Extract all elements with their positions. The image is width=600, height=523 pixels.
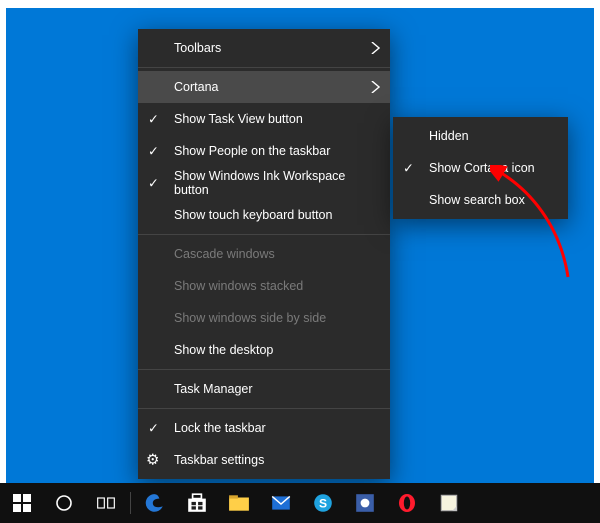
submenu-item-show-cortana-icon[interactable]: ✓ Show Cortana icon xyxy=(393,152,568,184)
menu-item-cascade-windows: Cascade windows xyxy=(138,238,390,270)
menu-item-label: Toolbars xyxy=(174,41,221,55)
menu-item-toolbars[interactable]: Toolbars xyxy=(138,32,390,64)
checkmark-icon: ✓ xyxy=(148,422,159,435)
explorer-app-icon[interactable] xyxy=(219,483,259,523)
menu-item-label: Show the desktop xyxy=(174,343,273,357)
menu-item-task-manager[interactable]: Task Manager xyxy=(138,373,390,405)
menu-item-lock-taskbar[interactable]: ✓ Lock the taskbar xyxy=(138,412,390,444)
menu-item-label: Show search box xyxy=(429,193,525,207)
menu-item-label: Taskbar settings xyxy=(174,453,264,467)
taskbar: S xyxy=(0,483,600,523)
menu-item-taskbar-settings[interactable]: ⚙ Taskbar settings xyxy=(138,444,390,476)
menu-item-show-stacked: Show windows stacked xyxy=(138,270,390,302)
submenu-item-hidden[interactable]: Hidden xyxy=(393,120,568,152)
menu-separator xyxy=(138,234,390,235)
menu-separator xyxy=(138,408,390,409)
menu-item-show-task-view[interactable]: ✓ Show Task View button xyxy=(138,103,390,135)
menu-item-label: Cascade windows xyxy=(174,247,275,261)
submenu-arrow-icon xyxy=(371,42,380,54)
svg-text:S: S xyxy=(319,496,327,510)
submenu-arrow-icon xyxy=(371,81,380,93)
menu-item-label: Show windows side by side xyxy=(174,311,326,325)
menu-item-label: Show Windows Ink Workspace button xyxy=(174,169,366,197)
submenu-item-show-search-box[interactable]: Show search box xyxy=(393,184,568,216)
start-button[interactable] xyxy=(2,483,42,523)
opera-app-icon[interactable] xyxy=(387,483,427,523)
menu-item-label: Hidden xyxy=(429,129,469,143)
cortana-submenu: Hidden ✓ Show Cortana icon Show search b… xyxy=(393,117,568,219)
gear-icon: ⚙ xyxy=(146,453,159,468)
edge-app-icon[interactable] xyxy=(135,483,175,523)
menu-item-label: Lock the taskbar xyxy=(174,421,266,435)
checkmark-icon: ✓ xyxy=(148,177,159,190)
sticky-notes-app-icon[interactable] xyxy=(429,483,469,523)
app-icon[interactable] xyxy=(345,483,385,523)
taskbar-context-menu: Toolbars Cortana ✓ Show Task View button… xyxy=(138,29,390,479)
menu-item-cortana[interactable]: Cortana xyxy=(138,71,390,103)
menu-item-label: Show Cortana icon xyxy=(429,161,535,175)
menu-item-label: Show windows stacked xyxy=(174,279,303,293)
menu-item-label: Show People on the taskbar xyxy=(174,144,330,158)
task-view-button[interactable] xyxy=(86,483,126,523)
menu-item-label: Cortana xyxy=(174,80,218,94)
menu-separator xyxy=(138,369,390,370)
menu-item-show-desktop[interactable]: Show the desktop xyxy=(138,334,390,366)
menu-item-label: Task Manager xyxy=(174,382,253,396)
desktop: Toolbars Cortana ✓ Show Task View button… xyxy=(0,0,600,523)
menu-item-label: Show touch keyboard button xyxy=(174,208,332,222)
cortana-button[interactable] xyxy=(44,483,84,523)
menu-item-show-ink-workspace[interactable]: ✓ Show Windows Ink Workspace button xyxy=(138,167,390,199)
menu-item-show-people[interactable]: ✓ Show People on the taskbar xyxy=(138,135,390,167)
checkmark-icon: ✓ xyxy=(148,113,159,126)
menu-item-show-side-by-side: Show windows side by side xyxy=(138,302,390,334)
menu-separator xyxy=(138,67,390,68)
checkmark-icon: ✓ xyxy=(148,145,159,158)
menu-item-label: Show Task View button xyxy=(174,112,303,126)
skype-app-icon[interactable]: S xyxy=(303,483,343,523)
menu-item-show-touch-keyboard[interactable]: Show touch keyboard button xyxy=(138,199,390,231)
store-app-icon[interactable] xyxy=(177,483,217,523)
mail-app-icon[interactable] xyxy=(261,483,301,523)
checkmark-icon: ✓ xyxy=(403,162,414,175)
taskbar-separator xyxy=(130,492,131,514)
